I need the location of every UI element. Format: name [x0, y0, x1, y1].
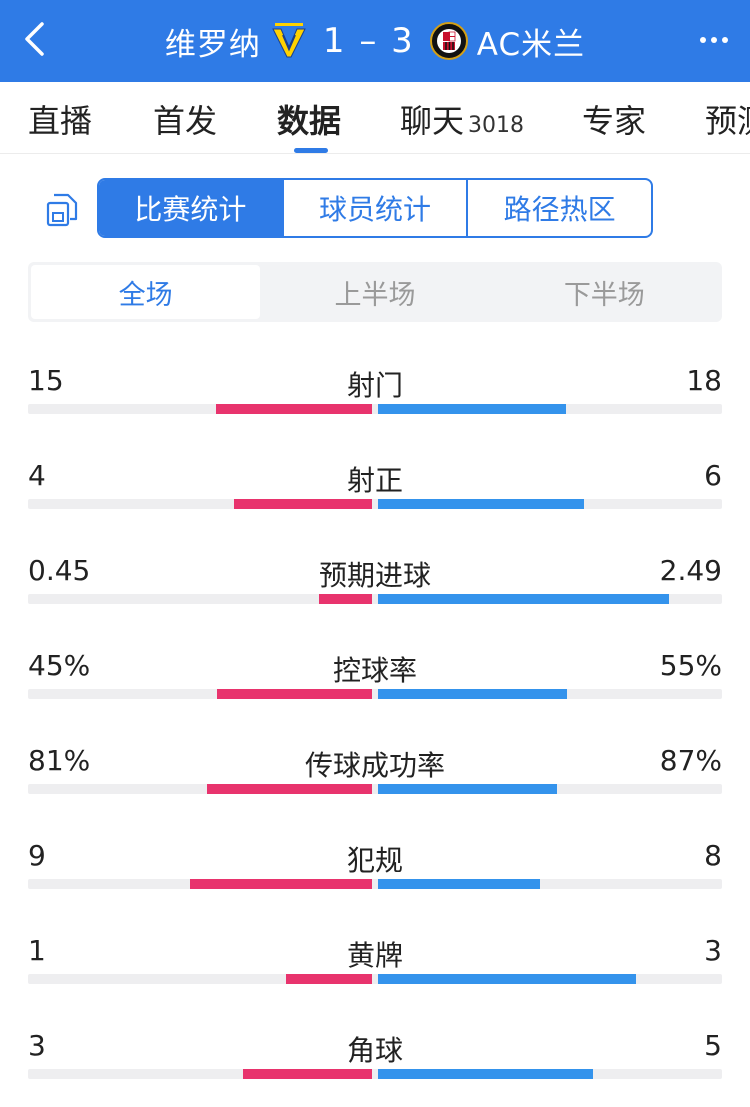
- segment-match-stats[interactable]: 比赛统计: [99, 180, 284, 236]
- stat-bar-track: [28, 499, 722, 509]
- tab-label: 聊天: [400, 102, 465, 140]
- match-score: 1 – 3: [322, 21, 415, 61]
- segment-player-stats[interactable]: 球员统计: [284, 180, 469, 236]
- stat-label: 射正: [346, 464, 403, 497]
- away-stat-bar: [378, 879, 540, 889]
- segment-heat-map[interactable]: 路径热区: [468, 180, 651, 236]
- period-second-half[interactable]: 下半场: [490, 265, 719, 319]
- home-stat-bar: [216, 404, 372, 414]
- stat-label: 控球率: [332, 654, 417, 687]
- away-stat-bar: [378, 974, 636, 984]
- match-header: 维罗纳 1 – 3 AC米兰: [0, 0, 750, 82]
- away-stat-value: 8: [704, 839, 722, 872]
- chat-count: 3018: [468, 113, 525, 138]
- stat-row: 15 射门 18: [28, 364, 722, 444]
- tab-label: 预测: [705, 102, 750, 140]
- stat-row: 81% 传球成功率 87%: [28, 744, 722, 824]
- more-options-button[interactable]: [692, 18, 736, 62]
- away-stat-bar: [378, 594, 669, 604]
- stat-bar-track: [28, 879, 722, 889]
- home-stat-bar: [243, 1069, 372, 1079]
- away-stat-value: 87%: [659, 744, 722, 777]
- stat-label: 黄牌: [346, 939, 403, 972]
- home-stat-bar: [190, 879, 372, 889]
- share-screenshot-icon[interactable]: [44, 192, 80, 228]
- match-scoreline: 维罗纳 1 – 3 AC米兰: [0, 0, 750, 82]
- period-switch: 全场 上半场 下半场: [28, 262, 722, 322]
- stat-bar-track: [28, 689, 722, 699]
- main-tab-bar: 直播 首发 数据 聊天3018 专家 预测: [0, 82, 750, 154]
- home-stat-bar: [234, 499, 372, 509]
- away-team-crest-icon[interactable]: [429, 21, 469, 61]
- stats-category-switch: 比赛统计 球员统计 路径热区: [97, 178, 653, 238]
- tab-lineup[interactable]: 首发: [153, 96, 217, 142]
- tab-live[interactable]: 直播: [28, 96, 92, 142]
- tab-experts[interactable]: 专家: [582, 96, 646, 142]
- stat-label: 犯规: [346, 844, 403, 877]
- active-tab-indicator: [294, 148, 328, 153]
- home-stat-bar: [217, 689, 372, 699]
- stat-row: 1 黄牌 3: [28, 934, 722, 1014]
- tab-data[interactable]: 数据: [277, 96, 341, 142]
- stat-label: 传球成功率: [304, 749, 445, 782]
- home-stat-bar: [207, 784, 372, 794]
- away-stat-value: 3: [704, 934, 722, 967]
- away-team-name[interactable]: AC米兰: [477, 19, 585, 64]
- stat-bar-track: [28, 404, 722, 414]
- tab-chat[interactable]: 聊天 3018: [400, 96, 524, 142]
- stat-bar-track: [28, 784, 722, 794]
- period-full-match[interactable]: 全场: [31, 265, 261, 319]
- home-stat-bar: [286, 974, 372, 984]
- period-first-half[interactable]: 上半场: [260, 265, 489, 319]
- stat-bar-track: [28, 1069, 722, 1079]
- away-stat-value: 18: [686, 364, 722, 397]
- away-stat-value: 5: [704, 1029, 722, 1062]
- away-stat-value: 2.49: [659, 554, 722, 587]
- stat-row: 9 犯规 8: [28, 839, 722, 919]
- away-stat-value: 55%: [659, 649, 722, 682]
- home-stat-bar: [319, 594, 372, 604]
- tab-label: 首发: [153, 102, 218, 140]
- stat-row: 4 射正 6: [28, 459, 722, 539]
- stat-row: 45% 控球率 55%: [28, 649, 722, 729]
- stat-row: 0.45 预期进球 2.49: [28, 554, 722, 634]
- home-team-crest-icon[interactable]: [269, 21, 309, 61]
- stat-label: 角球: [346, 1034, 403, 1067]
- tab-label: 专家: [582, 102, 647, 140]
- away-stat-bar: [378, 689, 567, 699]
- away-stat-value: 6: [704, 459, 722, 492]
- away-stat-bar: [378, 404, 566, 414]
- tab-label: 直播: [28, 102, 93, 140]
- away-stat-bar: [378, 1069, 593, 1079]
- away-stat-bar: [378, 499, 584, 509]
- more-dot-icon: [711, 37, 717, 43]
- away-stat-bar: [378, 784, 557, 794]
- tab-label: 数据: [277, 102, 342, 140]
- more-dot-icon: [722, 37, 728, 43]
- stat-row: 3 角球 5: [28, 1029, 722, 1107]
- stat-label: 预期进球: [318, 559, 431, 592]
- tab-prediction[interactable]: 预测: [705, 96, 750, 142]
- home-team-name[interactable]: 维罗纳: [165, 19, 261, 64]
- more-dot-icon: [700, 37, 706, 43]
- stat-label: 射门: [346, 369, 403, 402]
